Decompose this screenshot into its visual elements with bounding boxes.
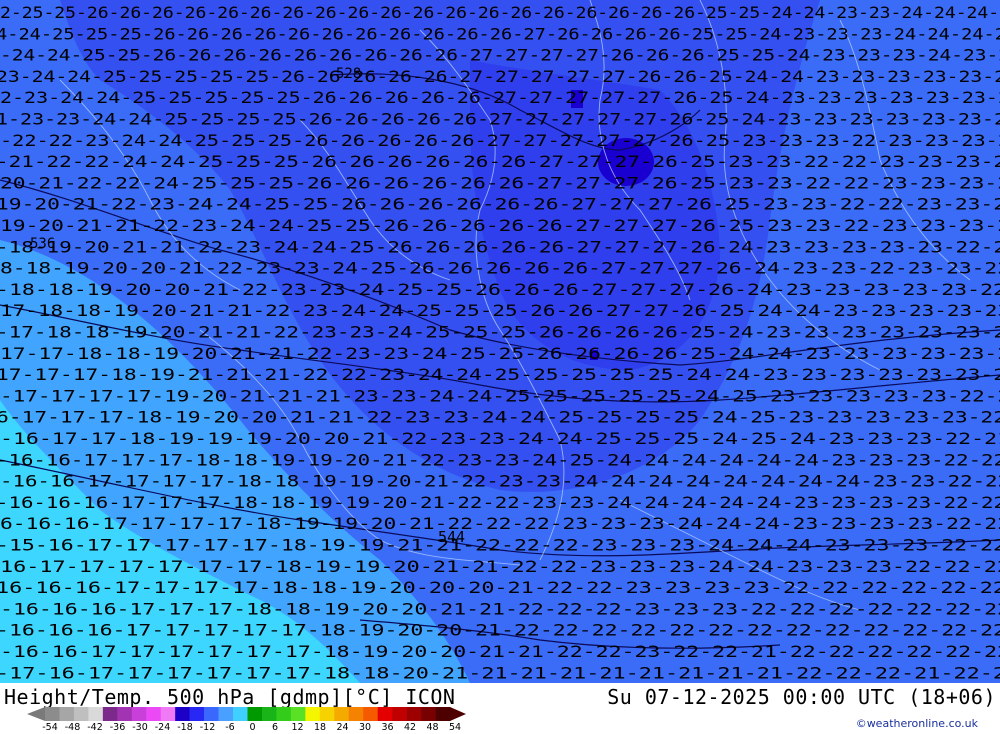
place-marker-1: 528 [336,66,361,82]
color-scale-bar [27,707,466,721]
colorbar-swatch [73,707,89,721]
isotherm-row: 17-17-18-18-19-20-21-21-22-23-23-24-25-2… [0,345,1000,363]
colorbar-swatch [348,707,364,721]
weather-map: 2-25-25-26-26-26-26-26-26-26-26-26-26-26… [0,0,1000,683]
colorbar-swatch [88,707,104,721]
isotherm-row: -18-18-19-20-20-21-22-23-23-24-25-25-26-… [0,281,1000,299]
isotherm-row: -18-19-20-21-21-22-23-24-24-25-26-26-26-… [0,238,1000,256]
colorbar-label: 0 [249,722,256,733]
colorbar-label: -36 [109,722,126,733]
colorbar-label: 18 [313,722,327,733]
temperature-field: 2-25-25-26-26-26-26-26-26-26-26-26-26-26… [0,0,1000,683]
colorbar-swatch [392,707,407,721]
isotherm-row: 6-17-17-17-18-19-20-20-21-21-22-23-23-24… [0,409,1000,427]
colorbar-label: -24 [154,722,171,733]
isotherm-row: -16-16-17-17-17-18-18-19-19-20-21-22-23-… [0,451,1000,469]
colorbar-label: -6 [225,722,235,733]
map-title: Height/Temp. 500 hPa [gdmp][°C] ICON [4,685,456,709]
colorbar-arrow-left [27,707,45,721]
colorbar-label: 36 [381,722,394,733]
isotherm-row: 2-25-25-26-26-26-26-26-26-26-26-26-26-26… [0,4,1000,22]
colorbar-swatch [59,707,75,721]
map-footer: Height/Temp. 500 hPa [gdmp][°C] ICON Su … [0,683,1000,733]
isotherm-row: 20-21-22-22-24-25-25-25-26-26-26-26-26-2… [0,174,1000,192]
colorbar-label: 42 [403,722,417,733]
isotherm-row: 19-20-21-21-22-23-24-24-25-25-26-26-26-2… [0,217,1000,235]
colorbar-swatch [117,707,133,721]
colorbar-swatch [377,707,393,721]
colorbar-label: 48 [426,722,439,733]
isotherm-row: -16-16-17-17-17-17-18-18-19-19-20-21-22-… [0,473,1000,491]
isotherm-row: -16-16-16-17-17-17-18-18-19-20-20-21-21-… [0,600,1000,618]
isotherm-row: -24-24-25-25-26-26-26-26-26-26-26-26-26-… [0,47,1000,65]
colorbar-swatch [233,707,248,721]
isotherm-row: -17-16-17-17-17-17-17-17-18-18-20-21-21-… [0,664,1000,682]
colorbar-swatch [131,707,147,721]
colorbar-swatch [189,707,205,721]
isotherm-row: -17-17-17-17-19-20-21-21-21-23-23-24-24-… [0,387,1000,405]
colorbar-swatch [204,707,219,721]
isotherm-row: -17-18-18-19-20-21-21-22-23-23-24-25-25-… [0,324,1000,342]
isotherm-row: -16-16-17-17-17-17-17-17-18-19-20-20-21-… [0,643,1000,661]
colorbar-label: -48 [64,722,81,733]
colorbar-label: 6 [271,722,279,733]
isotherm-row: 16-16-16-17-17-17-17-18-18-19-20-20-20-2… [0,579,1000,597]
colorbar-label: -30 [132,722,148,733]
colorbar-swatch [160,707,176,721]
colorbar-swatch [363,707,378,721]
colorbar-swatch [435,707,451,721]
colorbar-swatch [45,707,60,721]
colorbar-label: 24 [336,722,349,733]
colorbar-swatch [319,707,335,721]
isotherm-row: -21-22-22-24-24-25-25-25-26-26-26-26-26-… [0,153,1000,171]
colorbar-swatch [334,707,350,721]
colorbar-label: 12 [291,722,304,733]
colorbar-label: -18 [177,722,193,733]
color-scale-labels: -54 -48 -42 -36 -30 -24 -18 -12 -6 0 6 12 18 24 30 36 42… [0,722,480,734]
isotherm-row: 6-16-16-17-17-17-17-18-19-19-20-21-22-22… [0,515,1000,533]
isotherm-row: 19-20-21-22-23-24-24-25-25-26-26-26-26-2… [0,196,1000,214]
isotherm-row: -22-22-23-24-24-25-25-25-26-26-26-26-26-… [0,132,1000,150]
colorbar-swatch [261,707,277,721]
colorbar-arrow-right [450,707,466,721]
colorbar-label: -54 [42,722,58,733]
isotherm-row: 8-18-19-20-20-21-22-23-23-24-25-26-26-26… [0,260,1000,278]
colorbar-label: -42 [87,722,103,733]
colorbar-swatch [406,707,422,721]
colorbar-swatch [146,707,162,721]
valid-time: Su 07-12-2025 00:00 UTC (18+06) [607,685,996,709]
colorbar-swatch [102,707,118,721]
colorbar-label: 54 [448,722,462,733]
colorbar-swatch [290,707,306,721]
colorbar-swatch [175,707,190,721]
colorbar-swatch [247,707,263,721]
colorbar-swatch [421,707,436,721]
isotherm-row: 23-24-24-25-25-25-25-25-26-26-26-26-26-2… [0,68,1000,86]
isotherm-row: -15-16-17-17-17-17-17-18-19-19-21-21-22-… [0,537,1000,555]
isotherm-row: 1-23-23-24-24-25-25-25-25-26-26-26-26-26… [0,111,1000,129]
isotherm-row: 4-24-25-25-25-26-26-26-26-26-26-26-26-26… [0,25,1000,43]
colorbar-swatch [305,707,321,721]
colorbar-label: 30 [358,722,372,733]
credit-link[interactable]: ©weatheronline.co.uk [856,717,978,730]
isotherm-row: -16-16-16-17-17-17-17-17-18-19-20-20-21-… [0,622,1000,640]
isotherm-row: 17-18-18-19-20-21-21-22-23-24-24-25-25-2… [0,302,1000,320]
isotherm-row: 16-17-17-17-17-17-17-18-19-19-20-21-21-2… [0,558,1000,576]
place-marker-2: 536 [30,236,55,252]
colorbar-label: -12 [199,722,216,733]
isotherm-row: -16-16-16-17-17-17-18-18-19-19-20-21-22-… [0,494,1000,512]
low-marker: 544 [438,528,465,546]
isotherm-row: 2-23-24-24-25-25-25-25-25-26-26-26-26-26… [0,89,1000,107]
colorbar-swatch [218,707,234,721]
isotherm-row: -16-17-17-18-19-19-19-20-20-21-22-23-23-… [0,430,1000,448]
colorbar-swatch [276,707,292,721]
isotherm-row: 17-17-17-18-19-21-21-21-22-22-23-24-24-2… [0,366,1000,384]
